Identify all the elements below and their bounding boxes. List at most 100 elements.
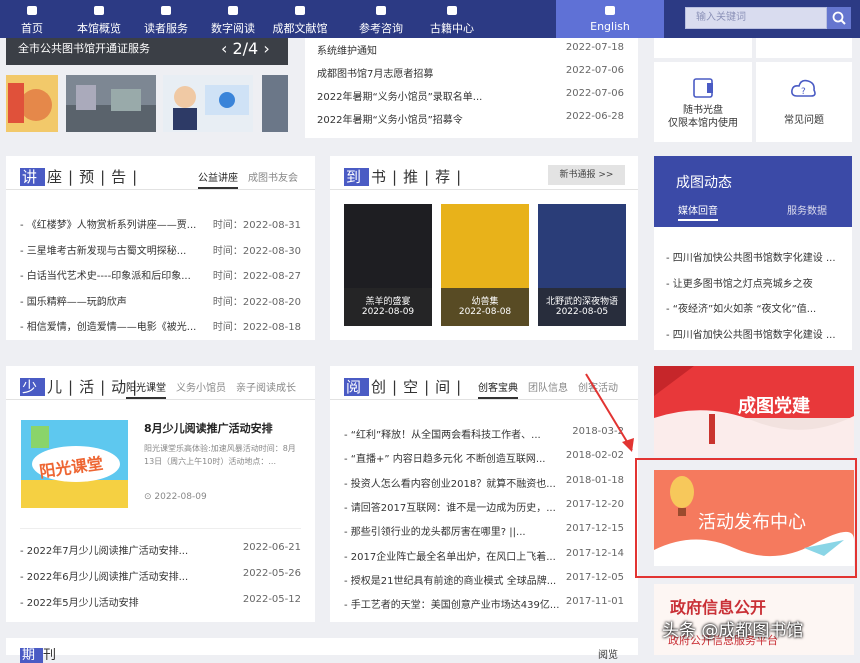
nav-item-2[interactable]: 读者服务 — [134, 0, 198, 38]
carousel-caption: 全市公共图书馆开通证服务 — [18, 42, 150, 55]
item-date: 时间：2022-08-31 — [212, 220, 301, 231]
nav-item-4[interactable]: 成都文献馆 — [268, 0, 332, 38]
feature-date: ⊙ 2022-08-09 — [144, 492, 207, 502]
search-input[interactable]: 输入关键词 — [685, 7, 827, 29]
nav-item-5[interactable]: 参考咨询 — [349, 0, 413, 38]
tab-children-1[interactable]: 义务小馆员 — [176, 383, 226, 394]
item-title: - 授权是21世纪具有前途的商业模式 全球品牌... — [344, 575, 557, 587]
watermark: 头条 @成都图书馆 — [662, 621, 804, 641]
list-item[interactable]: - 那些引领行业的龙头都厉害在哪里? ||... 2017-12-15 — [344, 523, 624, 539]
tab-service-data[interactable]: 服务数据 — [787, 202, 827, 217]
list-item[interactable]: - 手工艺者的天堂：美国创意产业市场达439亿... 2017-11-01 — [344, 596, 624, 612]
notice-row[interactable]: 系统维护通知 2022-07-18 — [317, 42, 624, 58]
thumbnail-1[interactable] — [6, 75, 58, 132]
notice-row[interactable]: 2022年暑期“义务小馆员”招募令 2022-06-28 — [317, 111, 624, 127]
item-title: - “直播+” 内容日趋多元化 不断创造互联网... — [344, 454, 546, 466]
notice-title: 2022年暑期“义务小馆员”录取名单... — [317, 92, 483, 103]
book-date: 2022-08-09 — [361, 307, 415, 317]
nav-item-7[interactable]: English — [556, 0, 664, 38]
service-faq[interactable]: ? 常见问题 — [756, 62, 852, 142]
item-title: - 白话当代艺术史----印象派和后印象... — [20, 271, 191, 282]
tab-media[interactable]: 媒体回音 — [678, 202, 718, 221]
item-title: - 2022年7月少儿阅读推广活动安排... — [20, 546, 189, 557]
tab-creative-1[interactable]: 团队信息 — [528, 383, 568, 394]
item-title: - 国乐精粹——玩韵欣声 — [20, 296, 127, 308]
list-item[interactable]: - 投资人怎么看内容创业2018？就算不融资也... 2018-01-18 — [344, 475, 624, 491]
dynamics-item[interactable]: - 四川省加快公共图书馆数字化建设 ... — [666, 249, 846, 265]
carousel-caption-bar[interactable]: 全市公共图书馆开通证服务 ‹ 2/4 › — [6, 38, 288, 65]
service-cell-top-1[interactable] — [654, 38, 752, 58]
notice-title: 系统维护通知 — [317, 46, 377, 57]
dynamics-list: - 四川省加快公共图书馆数字化建设 ... - 让更多图书馆之灯点亮城乡之夜 - “… — [654, 227, 852, 350]
new-books-link[interactable]: 新书通报 >> — [548, 165, 625, 185]
thumbnail-4[interactable] — [262, 75, 288, 132]
section-title: 到书|推|荐| — [344, 168, 468, 186]
list-item[interactable]: - 授权是21世纪具有前途的商业模式 全球品牌... 2017-12-05 — [344, 572, 624, 588]
item-title: - 投资人怎么看内容创业2018？就算不融资也... — [344, 478, 556, 490]
nav-item-6[interactable]: 古籍中心 — [420, 0, 484, 38]
list-item[interactable]: - 2022年5月少儿活动安排 2022-05-12 — [20, 594, 301, 610]
reading-icon — [226, 4, 240, 17]
notice-date: 2022-07-06 — [565, 65, 624, 76]
tab-lectures-0[interactable]: 公益讲座 — [198, 173, 238, 189]
search-button[interactable] — [827, 7, 851, 29]
dynamics-item[interactable]: - 四川省加快公共图书馆数字化建设 ... — [666, 326, 846, 342]
nav-label: 成都文献馆 — [272, 22, 328, 35]
nav-label: 读者服务 — [144, 22, 188, 35]
list-item[interactable]: - 2022年6月少儿阅读推广活动安排... 2022-05-26 — [20, 568, 301, 584]
book-icon — [92, 4, 106, 17]
tab-lectures-1[interactable]: 成图书友会 — [248, 173, 298, 184]
book-card[interactable]: 北野武的深夜物语 2022-08-05 — [538, 204, 626, 326]
list-item[interactable]: - 2022年7月少儿阅读推广活动安排... 2022-06-21 — [20, 542, 301, 558]
book-caption: 羔羊的盛宴 2022-08-09 — [344, 288, 432, 326]
dynamics-item[interactable]: - 让更多图书馆之灯点亮城乡之夜 — [666, 275, 846, 291]
service-cell-top-2[interactable] — [756, 38, 852, 58]
list-item[interactable]: - 三星堆考古新发现与古蜀文明探秘... 时间：2022-08-30 — [20, 242, 301, 258]
nav-item-3[interactable]: 数字阅读 — [201, 0, 265, 38]
tab-children-0[interactable]: 阳光课堂 — [126, 383, 166, 399]
book-caption: 北野武的深夜物语 2022-08-05 — [538, 288, 626, 326]
tab-reading[interactable]: 阅览 — [598, 646, 618, 661]
item-title: - 那些引领行业的龙头都厉害在哪里? ||... — [344, 527, 526, 539]
item-date: 时间：2022-08-20 — [212, 296, 301, 308]
list-item[interactable]: - 国乐精粹——玩韵欣声 时间：2022-08-20 — [20, 293, 301, 309]
list-item[interactable]: - 白话当代艺术史----印象派和后印象... 时间：2022-08-27 — [20, 267, 301, 283]
feature-title[interactable]: 8月少儿阅读推广活动安排 — [144, 420, 273, 436]
globe-icon — [293, 4, 307, 17]
service-cd-label: 随书光盘 仅限本馆内使用 — [668, 105, 738, 129]
lectures-panel: 讲座|预|告| 公益讲座 成图书友会 - 《红楼梦》人物赏析系列讲座——贾... 时… — [6, 156, 315, 340]
nav-item-0[interactable]: 首页 — [0, 0, 64, 38]
tab-children-2[interactable]: 亲子阅读成长 — [236, 383, 296, 394]
item-date: 2022-05-26 — [242, 568, 301, 579]
question-cloud-icon: ? — [791, 79, 816, 97]
thumbnail-3[interactable] — [163, 75, 253, 132]
book-card[interactable]: 羔羊的盛宴 2022-08-09 — [344, 204, 432, 326]
list-item[interactable]: - 《红楼梦》人物赏析系列讲座——贾... 时间：2022-08-31 — [20, 216, 301, 232]
notices-panel: 系统维护通知 2022-07-18 成都图书馆7月志愿者招募 2022-07-06 20… — [305, 38, 638, 138]
feature-image[interactable]: 阳光课堂 — [21, 420, 128, 508]
list-item[interactable]: - 相信爱情，创造爱情——电影《被光... 时间：2022-08-18 — [20, 318, 301, 334]
notice-title: 2022年暑期“义务小馆员”招募令 — [317, 115, 463, 126]
item-title: - 请回答2017互联网：谁不是一边成为历史，... — [344, 502, 556, 514]
notice-date: 2022-07-18 — [565, 42, 624, 53]
book-title: 羔羊的盛宴 — [365, 297, 411, 307]
notice-row[interactable]: 2022年暑期“义务小馆员”录取名单... 2022-07-06 — [317, 88, 624, 104]
dynamics-item[interactable]: - “夜经济”如火如荼 “夜文化”值... — [666, 300, 846, 316]
thumbnail-2[interactable] — [66, 75, 156, 132]
service-cd[interactable]: 随书光盘 仅限本馆内使用 — [654, 62, 752, 142]
item-title: - 2017企业阵亡最全名单出炉，在风口上飞着... — [344, 551, 556, 563]
tab-creative-0[interactable]: 创客宝典 — [478, 383, 518, 399]
clock-icon: ⊙ — [144, 492, 155, 502]
section-title: 阅创|空|间| — [344, 378, 468, 396]
notice-row[interactable]: 成都图书馆7月志愿者招募 2022-07-06 — [317, 65, 624, 81]
book-title: 北野武的深夜物语 — [545, 297, 618, 307]
list-item[interactable]: - 请回答2017互联网：谁不是一边成为历史，... 2017-12-20 — [344, 499, 624, 515]
party-building-banner[interactable]: 成图党建 — [654, 366, 854, 456]
carousel-controls[interactable]: ‹ 2/4 › — [221, 38, 270, 60]
list-item[interactable]: - 2017企业阵亡最全名单出炉，在风口上飞着... 2017-12-14 — [344, 548, 624, 564]
nav-item-1[interactable]: 本馆概览 — [67, 0, 131, 38]
item-title: - 手工艺者的天堂：美国创意产业市场达439亿... — [344, 600, 560, 612]
book-card[interactable]: 幼兽集 2022-08-08 — [441, 204, 529, 326]
carousel-counter: 2/4 — [232, 39, 259, 58]
svg-text:?: ? — [801, 87, 806, 97]
